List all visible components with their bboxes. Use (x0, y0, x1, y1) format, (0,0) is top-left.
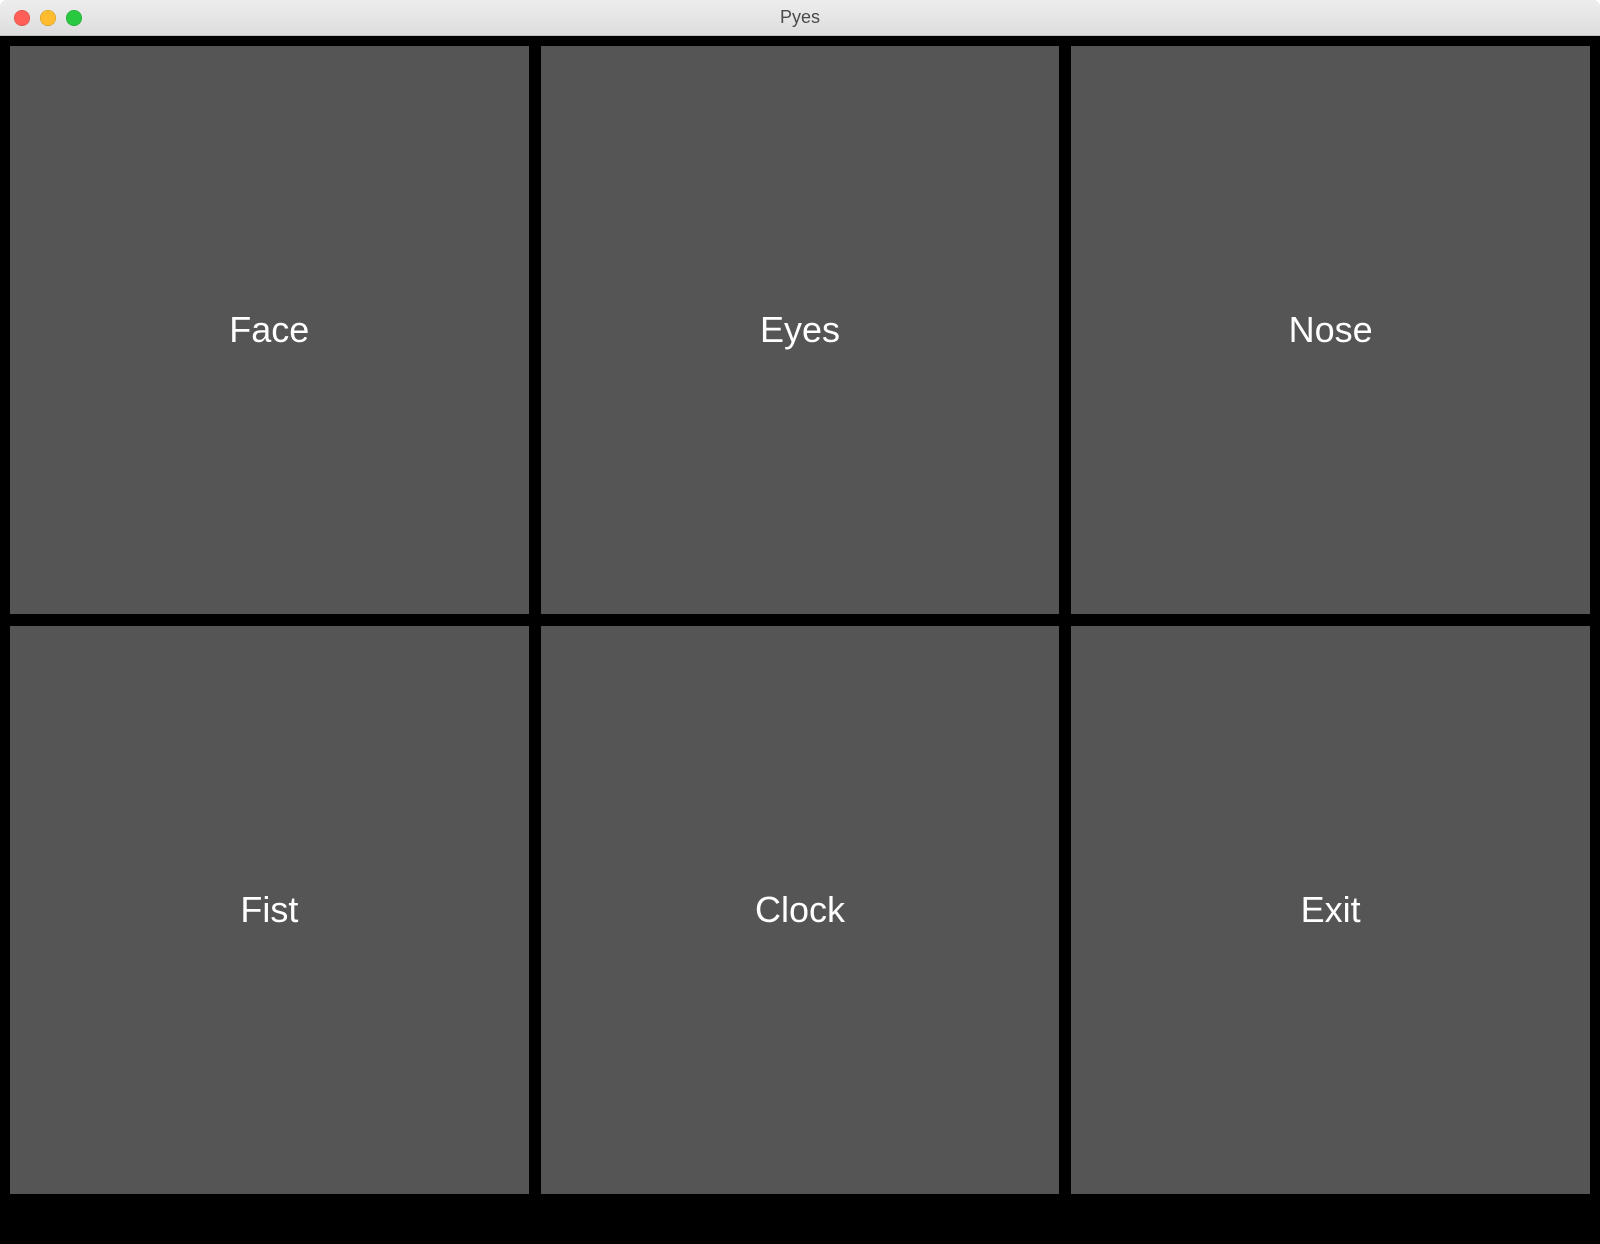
window-title: Pyes (0, 7, 1600, 28)
tile-face[interactable]: Face (10, 46, 529, 614)
tile-label: Nose (1289, 309, 1373, 351)
tile-eyes[interactable]: Eyes (541, 46, 1060, 614)
tile-clock[interactable]: Clock (541, 626, 1060, 1194)
tile-label: Eyes (760, 309, 840, 351)
tile-label: Clock (755, 889, 845, 931)
maximize-icon[interactable] (66, 10, 82, 26)
app-window: Pyes Face Eyes Nose Fist Clock Exit (0, 0, 1600, 1244)
window-controls (0, 10, 82, 26)
close-icon[interactable] (14, 10, 30, 26)
tile-fist[interactable]: Fist (10, 626, 529, 1194)
tile-label: Face (229, 309, 309, 351)
titlebar[interactable]: Pyes (0, 0, 1600, 36)
tile-exit[interactable]: Exit (1071, 626, 1590, 1194)
tile-grid: Face Eyes Nose Fist Clock Exit (0, 36, 1600, 1244)
minimize-icon[interactable] (40, 10, 56, 26)
tile-label: Exit (1301, 889, 1361, 931)
tile-nose[interactable]: Nose (1071, 46, 1590, 614)
tile-label: Fist (240, 889, 298, 931)
